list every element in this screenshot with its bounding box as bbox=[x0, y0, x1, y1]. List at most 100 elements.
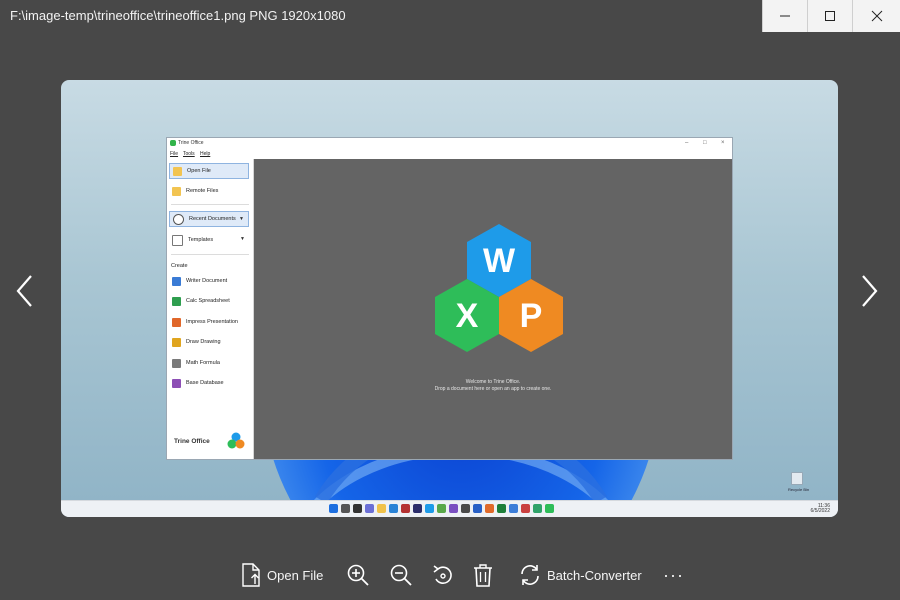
zoom-in-button[interactable] bbox=[346, 562, 370, 588]
start-icon[interactable] bbox=[329, 504, 338, 513]
folder-icon bbox=[172, 186, 181, 196]
app-icon[interactable] bbox=[509, 504, 518, 513]
batch-converter-label: Batch-Converter bbox=[547, 567, 642, 583]
previous-image-button[interactable] bbox=[14, 274, 36, 308]
logo-letter-x: X bbox=[456, 297, 479, 335]
taskbar-clock[interactable]: 11:36 6/5/2022 bbox=[811, 504, 830, 514]
window-title: F:\image-temp\trineoffice\trineoffice1.p… bbox=[10, 8, 346, 23]
open-file-button[interactable]: Open File bbox=[240, 562, 323, 588]
wxp-logo: W X P bbox=[435, 224, 563, 352]
base-database-icon bbox=[172, 378, 181, 388]
dropdown-caret-icon: ▼ bbox=[240, 236, 245, 242]
menu-tools[interactable]: Tools bbox=[183, 151, 195, 157]
file-explorer-icon[interactable] bbox=[377, 504, 386, 513]
draw-drawing-icon bbox=[172, 337, 181, 347]
app-icon[interactable] bbox=[533, 504, 542, 513]
trine-office-window: Trine Office – □ × File Tools Help Open … bbox=[166, 137, 733, 460]
image-preview[interactable]: Recycle Bin Trine Office – □ × File Tool… bbox=[61, 80, 838, 517]
app-title: Trine Office bbox=[178, 140, 204, 146]
app-icon[interactable] bbox=[521, 504, 530, 513]
create-draw-drawing[interactable]: Draw Drawing bbox=[169, 334, 249, 350]
impress-presentation-icon bbox=[172, 317, 181, 327]
windows-taskbar: 11:36 6/5/2022 bbox=[61, 500, 838, 517]
app-icon[interactable] bbox=[473, 504, 482, 513]
title-bar: F:\image-temp\trineoffice\trineoffice1.p… bbox=[0, 0, 900, 32]
sidebar-brand-name: Trine Office bbox=[174, 438, 210, 445]
chevron-left-icon bbox=[16, 275, 32, 307]
open-file-label: Open File bbox=[267, 567, 324, 583]
create-writer-document[interactable]: Writer Document bbox=[169, 273, 249, 289]
math-formula-icon bbox=[172, 358, 181, 368]
minimize-icon bbox=[780, 15, 790, 17]
writer-document-icon bbox=[172, 276, 181, 286]
create-base-database[interactable]: Base Database bbox=[169, 375, 249, 391]
next-image-button[interactable] bbox=[858, 274, 880, 308]
search-icon[interactable] bbox=[341, 504, 350, 513]
sidebar-remote-files[interactable]: Remote Files bbox=[169, 183, 249, 199]
trine-office-taskbar-icon[interactable] bbox=[545, 504, 554, 513]
trash-icon bbox=[474, 564, 492, 587]
template-icon bbox=[172, 234, 183, 246]
folder-open-icon bbox=[173, 166, 182, 176]
menu-file[interactable]: File bbox=[170, 151, 178, 157]
more-options-button[interactable]: ··· bbox=[663, 562, 684, 588]
brand-hex-logo-icon bbox=[227, 432, 245, 449]
rotate-button[interactable] bbox=[431, 562, 455, 588]
sidebar-divider bbox=[171, 254, 249, 255]
app-sidebar: Open File Remote Files Recent Documents … bbox=[167, 159, 254, 459]
taskbar-date: 6/5/2022 bbox=[810, 508, 830, 514]
chevron-right-icon bbox=[862, 275, 878, 307]
app-icon[interactable] bbox=[497, 504, 506, 513]
clock-icon bbox=[173, 213, 184, 225]
task-view-icon[interactable] bbox=[353, 504, 362, 513]
close-icon bbox=[871, 10, 882, 22]
logo-letter-p: P bbox=[520, 297, 543, 335]
trine-office-logo-icon bbox=[170, 140, 176, 146]
zoom-out-button[interactable] bbox=[389, 562, 413, 588]
app-icon[interactable] bbox=[449, 504, 458, 513]
app-icon[interactable] bbox=[461, 504, 470, 513]
zoom-out-icon bbox=[390, 564, 412, 586]
calc-spreadsheet-icon bbox=[172, 296, 181, 306]
sidebar-recent-documents[interactable]: Recent Documents ▼ bbox=[169, 211, 249, 227]
app-icon[interactable] bbox=[485, 504, 494, 513]
logo-letter-w: W bbox=[483, 242, 516, 280]
recycle-bin-desktop-icon[interactable]: Recycle Bin bbox=[788, 472, 809, 492]
app-maximize-icon[interactable]: □ bbox=[703, 140, 707, 146]
bottom-toolbar: Open File Batch-Converter ··· bbox=[0, 550, 900, 600]
batch-converter-button[interactable]: Batch-Converter bbox=[518, 562, 642, 588]
create-math-formula[interactable]: Math Formula bbox=[169, 355, 249, 371]
maximize-icon bbox=[825, 11, 835, 21]
refresh-convert-icon bbox=[521, 565, 539, 585]
minimize-button[interactable] bbox=[762, 0, 807, 32]
app-icon[interactable] bbox=[425, 504, 434, 513]
edge-icon[interactable] bbox=[389, 504, 398, 513]
sidebar-templates[interactable]: Templates ▼ bbox=[169, 232, 249, 248]
create-section-label: Create bbox=[171, 263, 188, 269]
zoom-in-icon bbox=[347, 564, 369, 586]
app-title-bar: Trine Office – □ × bbox=[167, 138, 732, 149]
maximize-button[interactable] bbox=[807, 0, 852, 32]
more-icon: ··· bbox=[663, 564, 684, 585]
welcome-hint: Drop a document here or open an app to c… bbox=[434, 386, 552, 392]
welcome-drop-area[interactable]: W X P Welcome to Trine Office. Drop a do… bbox=[254, 159, 732, 459]
app-icon[interactable] bbox=[401, 504, 410, 513]
create-impress-presentation[interactable]: Impress Presentation bbox=[169, 314, 249, 330]
delete-button[interactable] bbox=[472, 562, 494, 588]
app-minimize-icon[interactable]: – bbox=[685, 140, 688, 146]
dropdown-caret-icon: ▼ bbox=[239, 216, 244, 222]
welcome-message: Welcome to Trine Office. bbox=[465, 379, 521, 385]
create-calc-spreadsheet[interactable]: Calc Spreadsheet bbox=[169, 293, 249, 309]
rotate-icon bbox=[433, 565, 452, 584]
widgets-icon[interactable] bbox=[365, 504, 374, 513]
sidebar-divider bbox=[171, 204, 249, 205]
sidebar-open-file[interactable]: Open File bbox=[169, 163, 249, 179]
recycle-bin-icon bbox=[791, 472, 803, 485]
app-icon[interactable] bbox=[413, 504, 422, 513]
menu-help[interactable]: Help bbox=[200, 151, 210, 157]
app-close-icon[interactable]: × bbox=[721, 140, 725, 146]
app-icon[interactable] bbox=[437, 504, 446, 513]
taskbar-app-icons bbox=[329, 504, 554, 513]
open-file-icon bbox=[242, 563, 260, 587]
close-button[interactable] bbox=[852, 0, 900, 32]
